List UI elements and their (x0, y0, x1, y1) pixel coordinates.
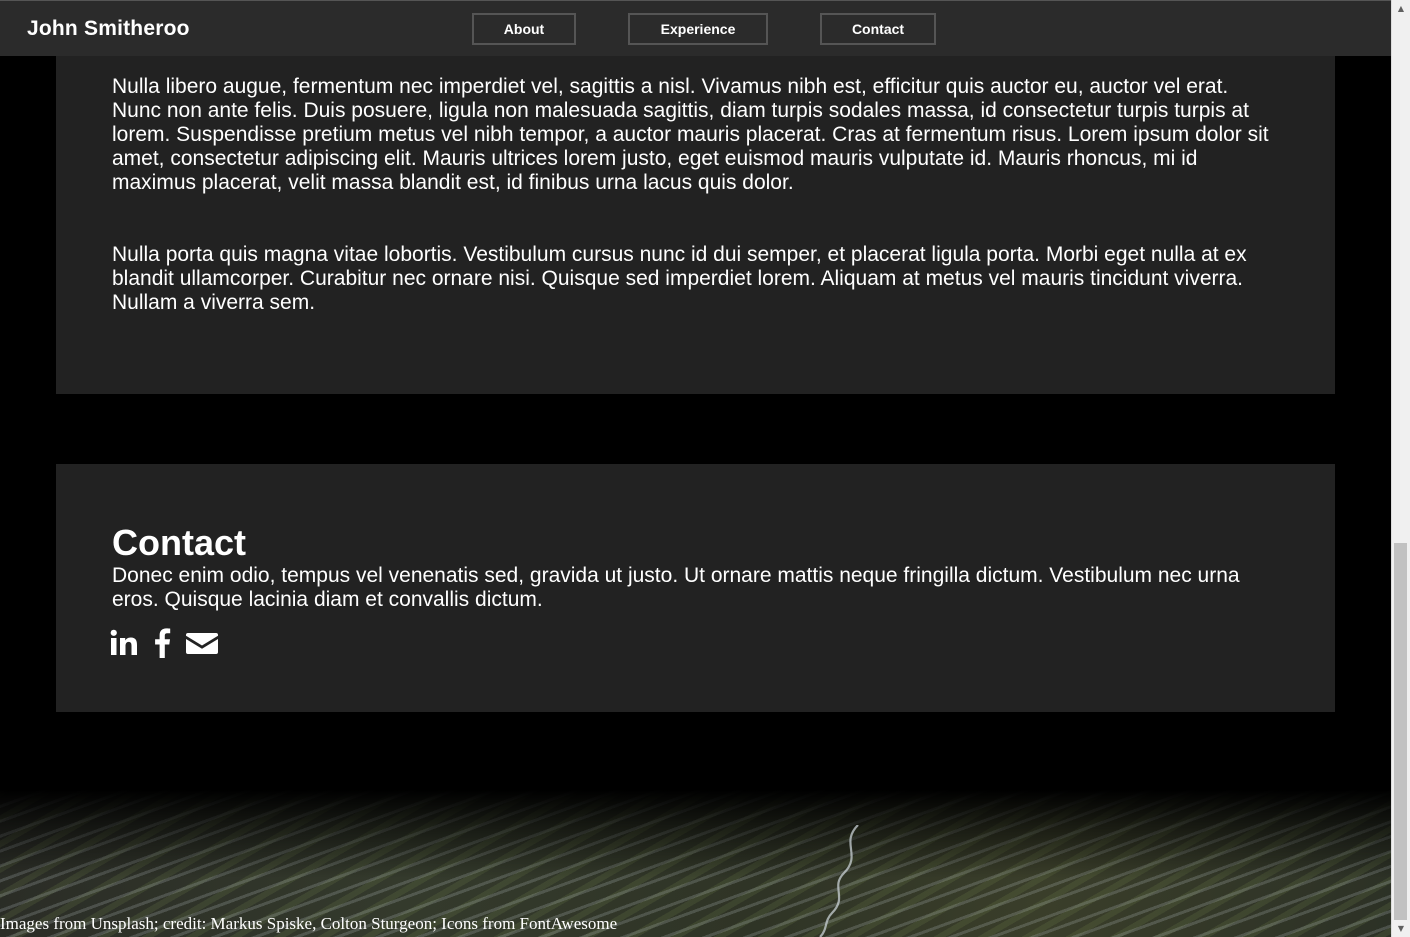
contact-description: Donec enim odio, tempus vel venenatis se… (112, 564, 1240, 611)
scroll-up-arrow-icon[interactable]: ▲ (1392, 0, 1410, 17)
top-navbar: John Smitheroo About Experience Contact (0, 0, 1391, 56)
nav-about-button[interactable]: About (472, 13, 576, 45)
social-links (110, 628, 218, 658)
experience-paragraph: Nulla libero augue, fermentum nec imperd… (112, 75, 1269, 194)
experience-paragraph: Nulla porta quis magna vitae lobortis. V… (112, 243, 1247, 314)
vertical-scrollbar[interactable]: ▲ ▼ (1391, 0, 1410, 937)
image-credits: Images from Unsplash; credit: Markus Spi… (0, 914, 618, 933)
nav-contact-button[interactable]: Contact (820, 13, 936, 45)
page-viewport: Nulla libero augue, fermentum nec imperd… (0, 0, 1391, 937)
contact-section: Contact Donec enim odio, tempus vel vene… (56, 464, 1335, 712)
brand-name[interactable]: John Smitheroo (27, 17, 190, 41)
experience-section: Nulla libero augue, fermentum nec imperd… (56, 0, 1335, 394)
nav-experience-button[interactable]: Experience (628, 13, 768, 45)
river-decoration (819, 825, 859, 937)
envelope-icon[interactable] (186, 630, 218, 656)
contact-heading: Contact (112, 522, 246, 563)
scrollbar-thumb[interactable] (1394, 543, 1407, 920)
linkedin-icon[interactable] (110, 629, 138, 657)
scroll-down-arrow-icon[interactable]: ▼ (1392, 920, 1410, 937)
facebook-icon[interactable] (152, 628, 172, 658)
